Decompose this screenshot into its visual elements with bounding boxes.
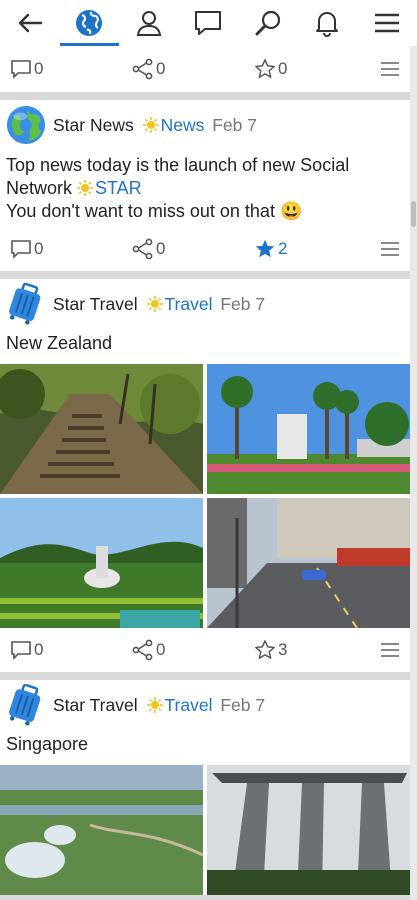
post-text-line: You don't want to miss out on that 😃	[6, 201, 303, 221]
post-text-fragment: Network	[6, 178, 78, 198]
star-button[interactable]: 3	[254, 639, 378, 661]
post-card: Star Travel Travel Feb 7 Singapore	[0, 680, 410, 895]
post-header: Star Travel Travel Feb 7	[0, 680, 410, 730]
photo-gardens-aerial[interactable]	[0, 765, 203, 895]
post-meta: Star News News Feb 7	[53, 115, 257, 136]
post-meta: Star Travel Travel Feb 7	[53, 695, 265, 716]
share-icon	[132, 238, 153, 260]
post-actions: 0 0 2	[0, 227, 410, 271]
comment-button[interactable]: 0	[10, 239, 132, 259]
post-actions: 0 0 3	[0, 628, 410, 672]
avatar[interactable]	[6, 105, 46, 145]
post-title: Singapore	[6, 734, 89, 754]
main-menu-button[interactable]	[357, 0, 417, 46]
comment-icon	[11, 641, 31, 660]
globe-icon	[76, 10, 103, 36]
author-name[interactable]: Star News	[53, 115, 134, 135]
post-card: Star Travel Travel Feb 7 New Zealand 0 0…	[0, 279, 410, 672]
star-outline-icon	[255, 640, 275, 659]
comment-button[interactable]: 0	[10, 640, 132, 660]
comment-icon	[11, 60, 31, 79]
photo-city-street[interactable]	[207, 498, 410, 628]
post-title: New Zealand	[6, 333, 113, 353]
star-filled-icon	[255, 239, 275, 258]
post-actions: 0 0 0	[0, 46, 410, 92]
share-count: 0	[156, 239, 166, 258]
bell-icon	[316, 12, 339, 37]
avatar[interactable]	[6, 684, 46, 726]
share-count: 0	[156, 59, 166, 78]
suitcase-icon	[9, 684, 41, 726]
person-icon	[136, 11, 161, 36]
back-icon	[18, 13, 42, 33]
share-button[interactable]: 0	[132, 639, 254, 661]
post-date: Feb 7	[220, 694, 266, 715]
top-navigation-bar	[0, 0, 417, 47]
post-text-line: Top news today is the launch of new Soci…	[6, 155, 350, 175]
chat-icon	[195, 11, 222, 35]
scrollbar[interactable]	[410, 46, 417, 900]
post-date: Feb 7	[212, 114, 257, 135]
hamburger-menu-icon	[374, 13, 399, 33]
globe-avatar-icon	[6, 105, 46, 145]
post-text: Top news today is the launch of new Soci…	[0, 150, 410, 227]
photo-fountain-garden[interactable]	[0, 498, 203, 628]
tab-notifications[interactable]	[298, 0, 358, 46]
photo-forest-steps[interactable]	[0, 364, 203, 494]
hamburger-menu-icon	[381, 62, 399, 76]
star-outline-icon	[255, 59, 275, 78]
photo-grid	[0, 765, 410, 895]
share-button[interactable]: 0	[132, 238, 254, 260]
author-name[interactable]: Star Travel	[53, 695, 138, 715]
avatar[interactable]	[6, 283, 46, 325]
comment-count: 0	[34, 640, 44, 659]
tab-global-feed[interactable]	[59, 0, 120, 46]
share-count: 0	[156, 640, 166, 659]
comment-button[interactable]: 0	[10, 59, 132, 79]
post-card: Star News News Feb 7 Top news today is t…	[0, 100, 410, 271]
hamburger-menu-icon	[381, 643, 399, 657]
comment-count: 0	[34, 239, 44, 258]
category-link[interactable]: Travel	[165, 294, 213, 314]
category-link[interactable]: Travel	[165, 695, 213, 715]
search-icon	[255, 10, 280, 36]
post-text-line: Network STAR	[6, 177, 404, 200]
star-button[interactable]: 2	[254, 238, 378, 260]
tab-messages[interactable]	[179, 0, 239, 46]
back-button[interactable]	[0, 0, 60, 46]
sun-icon	[142, 116, 159, 133]
share-button[interactable]: 0	[132, 58, 254, 80]
sun-icon	[146, 696, 163, 713]
tab-search[interactable]	[238, 0, 298, 46]
star-count: 2	[278, 239, 288, 258]
category-link[interactable]: News	[161, 115, 205, 135]
feed[interactable]: 0 0 0 Star News News Feb 7 Top news toda…	[0, 46, 410, 900]
comment-icon	[11, 240, 31, 259]
post-header: Star News News Feb 7	[0, 100, 410, 150]
photo-palm-park[interactable]	[207, 364, 410, 494]
star-count: 3	[278, 640, 288, 659]
sun-icon	[77, 180, 94, 196]
post-header: Star Travel Travel Feb 7	[0, 279, 410, 329]
post-date: Feb 7	[220, 293, 266, 314]
tab-profile[interactable]	[119, 0, 179, 46]
post-menu-button[interactable]	[380, 641, 400, 659]
post-card-previous: 0 0 0	[0, 46, 410, 92]
post-meta: Star Travel Travel Feb 7	[53, 294, 265, 315]
scrollbar-thumb[interactable]	[411, 201, 416, 227]
star-button[interactable]: 0	[254, 58, 378, 80]
share-icon	[132, 639, 153, 661]
post-menu-button[interactable]	[380, 60, 400, 78]
star-count: 0	[278, 59, 288, 78]
suitcase-icon	[9, 283, 41, 325]
photo-marina-bay-sands[interactable]	[207, 765, 410, 895]
photo-grid	[0, 364, 410, 628]
post-menu-button[interactable]	[380, 240, 400, 258]
comment-count: 0	[34, 59, 44, 78]
share-icon	[132, 58, 153, 80]
sun-icon	[146, 295, 163, 312]
hashtag-link[interactable]: STAR	[95, 178, 142, 198]
hamburger-menu-icon	[381, 242, 399, 256]
author-name[interactable]: Star Travel	[53, 294, 138, 314]
